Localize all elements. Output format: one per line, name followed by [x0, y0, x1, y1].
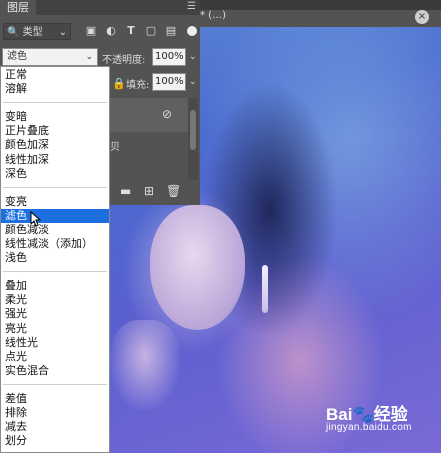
menu-separator [3, 102, 107, 104]
menu-item-blend-13[interactable]: 柔光 [1, 293, 109, 307]
menu-item-blend-17[interactable]: 点光 [1, 350, 109, 364]
layer-name[interactable]: 贝 [110, 138, 120, 153]
menu-separator [3, 271, 107, 273]
fill-dropdown-icon[interactable]: ⌄ [189, 77, 197, 87]
smart-object-icon[interactable]: ▤ [164, 24, 178, 38]
blend-mode-value: 滤色 [7, 51, 27, 62]
menu-item-blend-4[interactable]: 颜色加深 [1, 138, 109, 152]
text-icon[interactable]: T [124, 24, 138, 38]
filter-kind-select[interactable]: 🔍 类型 ⌄ [3, 23, 71, 40]
shape-icon[interactable]: ▢ [144, 24, 158, 38]
document-tab-title[interactable]: * (…) [200, 10, 226, 21]
menu-separator [3, 186, 107, 188]
image-icon[interactable]: ▣ [84, 24, 98, 38]
photo-earring [262, 265, 268, 313]
menu-item-blend-14[interactable]: 强光 [1, 307, 109, 321]
menu-item-blend-21[interactable]: 减去 [1, 420, 109, 434]
menu-item-blend-3[interactable]: 正片叠底 [1, 124, 109, 138]
document-tab-bar [195, 0, 441, 10]
close-icon[interactable]: × [415, 10, 429, 24]
panel-tab-bar: 图层 ☰ [0, 0, 200, 15]
menu-item-blend-1[interactable]: 溶解 [1, 82, 109, 96]
tab-layers[interactable]: 图层 [0, 0, 36, 15]
menu-item-blend-2[interactable]: 变暗 [1, 110, 109, 124]
blend-mode-menu: 正常 溶解变暗 正片叠底 颜色加深 线性加深 深色变亮 滤色 颜色减淡 线性减淡（添加） 浅色叠加… [0, 66, 110, 453]
blend-mode-select[interactable]: 滤色 ⌄ [2, 48, 98, 66]
menu-item-blend-20[interactable]: 排除 [1, 406, 109, 420]
opacity-input[interactable]: 100% [152, 48, 186, 66]
chevron-down-icon: ⌄ [85, 52, 93, 62]
chevron-down-icon: ⌄ [58, 27, 67, 38]
menu-item-blend-9[interactable]: 颜色减淡 [1, 223, 109, 237]
menu-item-blend-22[interactable]: 划分 [1, 434, 109, 448]
layer-filter-row: 🔍 类型 ⌄ ▣ ◐ T ▢ ▤ [0, 20, 200, 44]
search-icon: 🔍 [7, 27, 20, 38]
trash-icon[interactable]: 🗑 [166, 184, 181, 198]
menu-separator [3, 383, 107, 385]
menu-item-blend-6[interactable]: 深色 [1, 167, 109, 181]
opacity-label: 不透明度: [102, 55, 146, 66]
filter-kind-label: 类型 [22, 27, 43, 38]
menu-item-blend-11[interactable]: 浅色 [1, 251, 109, 265]
opacity-dropdown-icon[interactable]: ⌄ [189, 52, 197, 62]
menu-item-blend-19[interactable]: 差值 [1, 392, 109, 406]
menu-item-blend-8[interactable]: 滤色 [1, 208, 109, 223]
smart-object-badge-icon: ⊘ [162, 107, 173, 121]
fill-input[interactable]: 100% [152, 73, 186, 91]
layer-row[interactable] [110, 98, 188, 132]
new-group-icon[interactable]: ▬ [120, 184, 131, 198]
menu-item-blend-10[interactable]: 线性减淡（添加） [1, 237, 109, 251]
new-layer-icon[interactable]: ⊞ [144, 184, 154, 198]
menu-item-blend-5[interactable]: 线性加深 [1, 153, 109, 167]
fill-label: 填充: [126, 80, 150, 91]
menu-item-blend-16[interactable]: 线性光 [1, 336, 109, 350]
mouse-pointer-icon [30, 211, 42, 227]
filter-toggle[interactable] [187, 26, 197, 36]
panel-menu-icon[interactable]: ☰ [187, 1, 196, 12]
menu-item-blend-7[interactable]: 变亮 [1, 195, 109, 209]
document-tab[interactable] [195, 10, 441, 27]
menu-item-blend-0[interactable]: 正常 [1, 68, 109, 82]
menu-item-blend-15[interactable]: 亮光 [1, 322, 109, 336]
lock-icon[interactable]: 🔒 [112, 77, 126, 90]
adjustment-icon[interactable]: ◐ [104, 24, 118, 38]
menu-item-blend-18[interactable]: 实色混合 [1, 364, 109, 378]
panel-bottom-toolbar: ▬ ⊞ 🗑 [110, 180, 198, 202]
menu-item-blend-12[interactable]: 叠加 [1, 279, 109, 293]
scrollbar-thumb[interactable] [190, 110, 196, 150]
watermark-url: jingyan.baidu.com [326, 422, 412, 433]
photo-face-region [150, 205, 245, 330]
photo-hand-region [110, 320, 180, 410]
